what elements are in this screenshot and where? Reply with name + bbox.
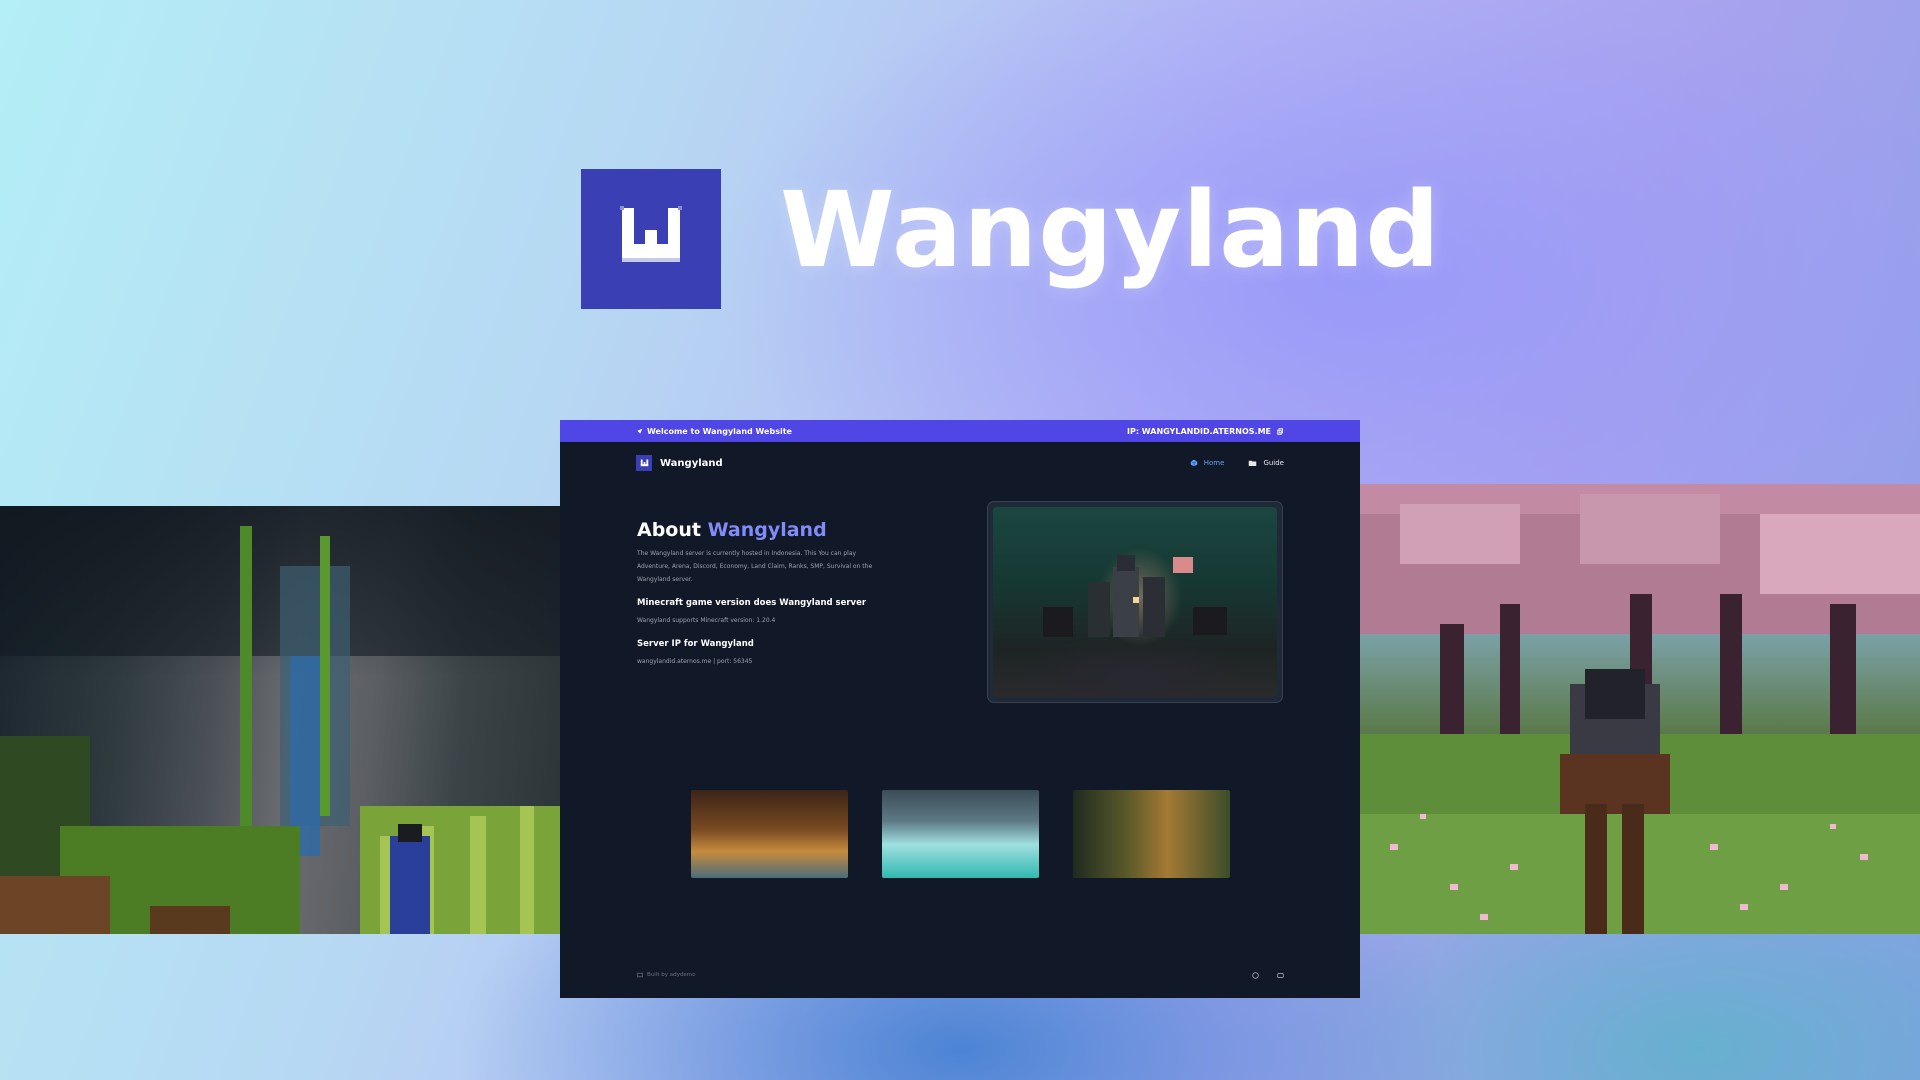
rocket-icon: [636, 428, 643, 434]
about-heading-accent: Wangyland: [707, 519, 827, 541]
featured-screenshot: [988, 502, 1282, 702]
copy-icon[interactable]: [1277, 427, 1284, 435]
folder-icon: [1249, 460, 1257, 466]
gallery-image-2[interactable]: [882, 790, 1039, 878]
footer-credit: Built by adydemo: [637, 972, 695, 978]
navbar: Wangyland Home Guide: [560, 442, 1360, 484]
jungle-cave-scenery-image: [0, 506, 560, 934]
featured-screenshot-image: [993, 507, 1277, 697]
nav-home-link[interactable]: Home: [1190, 459, 1225, 467]
cube-icon: [1190, 459, 1198, 467]
discord-icon[interactable]: [1277, 972, 1284, 979]
about-heading: About Wangyland: [637, 519, 887, 541]
server-ip-text: IP: WANGYLANDID.ATERNOS.ME: [1126, 426, 1271, 436]
gallery-image-1[interactable]: [691, 790, 848, 878]
gallery: [691, 790, 1230, 878]
version-text: Wangyland supports Minecraft version: 1.…: [637, 617, 776, 624]
brand-link[interactable]: Wangyland: [636, 455, 723, 471]
welcome-text: Welcome to Wangyland Website: [647, 426, 792, 436]
server-ip-heading: Server IP for Wangyland: [637, 639, 754, 649]
w-logo-icon: [620, 206, 682, 262]
nav-guide-label: Guide: [1263, 459, 1284, 467]
github-icon[interactable]: [1252, 971, 1259, 979]
site-footer: Built by adydemo: [637, 968, 1284, 982]
version-heading: Minecraft game version does Wangyland se…: [637, 598, 867, 608]
brand-logo-icon: [636, 455, 652, 471]
about-section: About Wangyland The Wangyland server is …: [637, 519, 887, 668]
about-description: The Wangyland server is currently hosted…: [637, 550, 873, 583]
nav-home-label: Home: [1203, 459, 1225, 467]
nav-guide-link[interactable]: Guide: [1248, 459, 1284, 467]
footer-credit-text: Built by adydemo: [647, 972, 696, 978]
server-ip-detail: wangylandid.aternos.me | port: 56345: [637, 658, 753, 665]
hero-title: Wangyland: [780, 169, 1441, 291]
about-heading-prefix: About: [637, 519, 701, 541]
footer-icons: [1252, 971, 1284, 979]
website-screenshot: Welcome to Wangyland Website IP: WANGYLA…: [560, 420, 1360, 998]
announcement-banner: Welcome to Wangyland Website IP: WANGYLA…: [560, 420, 1360, 442]
cherry-grove-scenery-image: [1360, 484, 1920, 934]
gallery-image-3[interactable]: [1073, 790, 1230, 878]
wangyland-logo: [581, 169, 721, 309]
nav-links: Home Guide: [1190, 459, 1284, 467]
brand-name: Wangyland: [660, 457, 723, 469]
code-icon: [637, 972, 643, 978]
